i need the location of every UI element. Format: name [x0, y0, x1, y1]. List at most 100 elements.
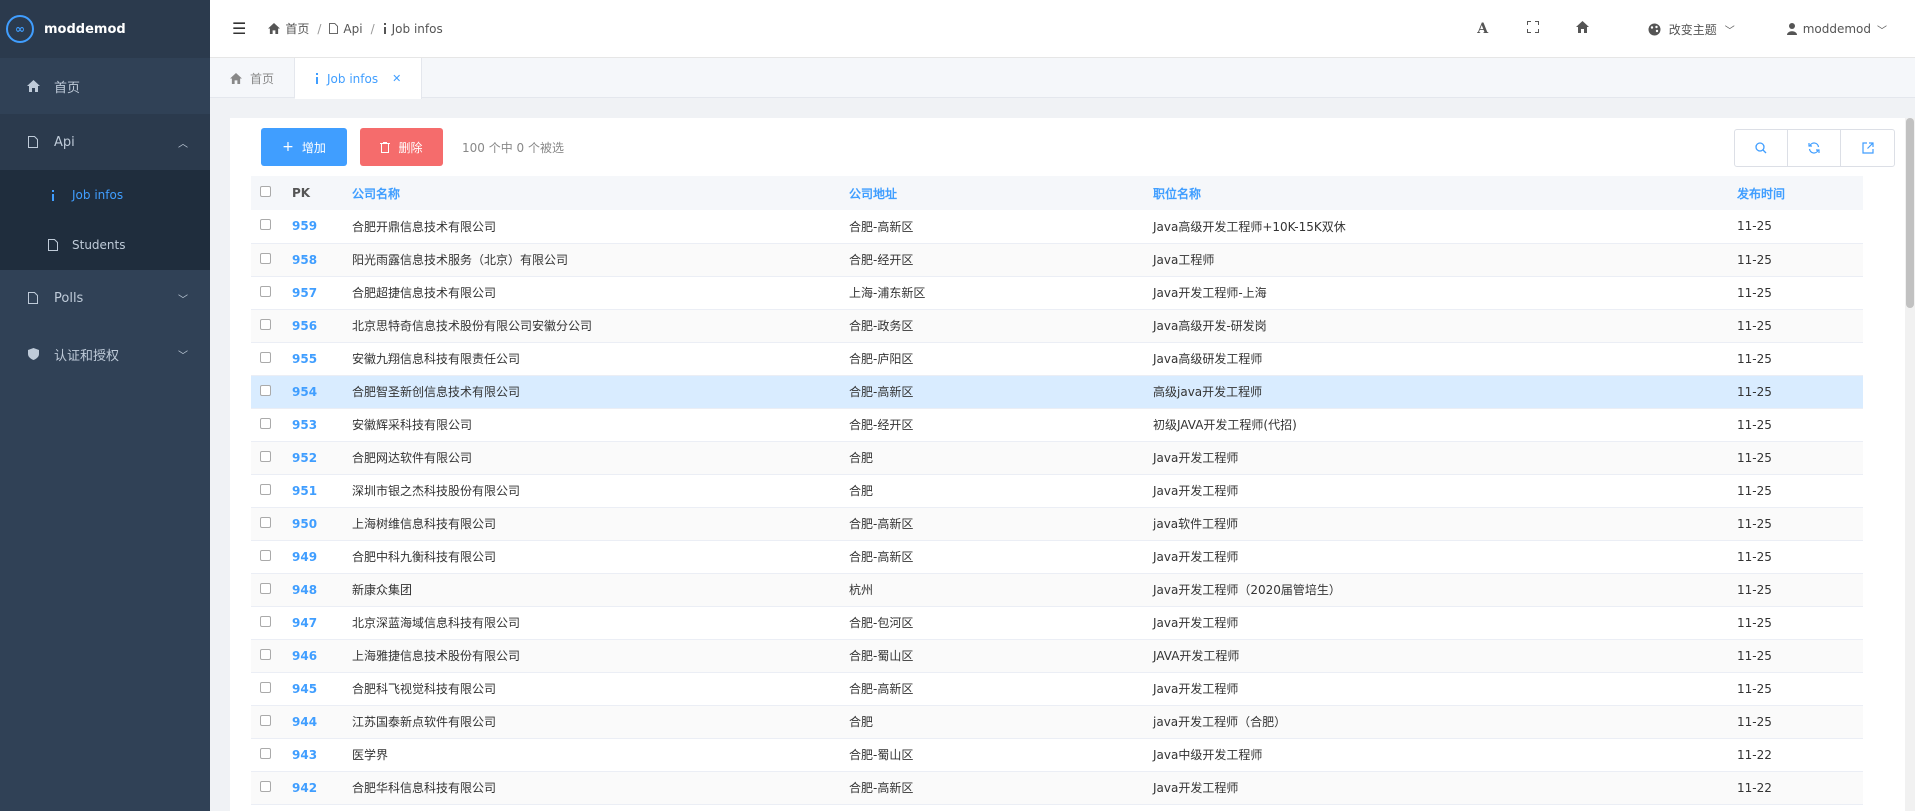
close-icon[interactable]: ✕: [392, 72, 401, 85]
row-pk-link[interactable]: 946: [284, 639, 352, 672]
sidebar-item-home[interactable]: 首页: [0, 58, 210, 114]
column-header-title[interactable]: 职位名称: [1153, 176, 1737, 210]
row-checkbox[interactable]: [251, 639, 284, 672]
scrollbar-thumb[interactable]: [1906, 118, 1914, 308]
row-pk-link[interactable]: 949: [284, 540, 352, 573]
table-row[interactable]: 959 合肥开鼎信息技术有限公司 合肥-高新区 Java高级开发工程师+10K-15K…: [251, 210, 1863, 243]
row-checkbox[interactable]: [251, 507, 284, 540]
table-row[interactable]: 945 合肥科飞视觉科技有限公司 合肥-高新区 Java开发工程师 11-25: [251, 672, 1863, 705]
table-row[interactable]: 952 合肥网达软件有限公司 合肥 Java开发工程师 11-25: [251, 441, 1863, 474]
row-pk-link[interactable]: 954: [284, 375, 352, 408]
row-pk-link[interactable]: 944: [284, 705, 352, 738]
row-pk-link[interactable]: 957: [284, 276, 352, 309]
tab-label: 首页: [250, 71, 275, 86]
row-checkbox[interactable]: [251, 375, 284, 408]
row-checkbox[interactable]: [251, 771, 284, 804]
sidebar-item-auth[interactable]: 认证和授权 ﹀: [0, 326, 210, 382]
row-pk-link[interactable]: 956: [284, 309, 352, 342]
row-checkbox[interactable]: [251, 705, 284, 738]
delete-button[interactable]: 删除: [360, 128, 443, 166]
breadcrumb: 首页 / Api / Job infos: [268, 20, 443, 37]
add-button[interactable]: + 增加: [261, 128, 347, 166]
table-row[interactable]: 958 阳光雨露信息技术服务（北京）有限公司 合肥-经开区 Java工程师 11-25: [251, 243, 1863, 276]
sidebar-item-api[interactable]: Api ︿: [0, 114, 210, 170]
sidebar-item-label: Polls: [54, 290, 84, 306]
table-row[interactable]: 946 上海雅捷信息技术股份有限公司 合肥-蜀山区 JAVA开发工程师 11-25: [251, 639, 1863, 672]
row-pk-link[interactable]: 958: [284, 243, 352, 276]
row-pk-link[interactable]: 943: [284, 738, 352, 771]
table-row[interactable]: 955 安徽九翔信息科技有限责任公司 合肥-庐阳区 Java高级研发工程师 11-25: [251, 342, 1863, 375]
table-header-row: PK 公司名称 公司地址 职位名称 发布时间: [251, 176, 1863, 210]
row-checkbox[interactable]: [251, 276, 284, 309]
sidebar-item-job-infos[interactable]: Job infos: [0, 170, 210, 220]
table-row[interactable]: 950 上海树维信息科技有限公司 合肥-高新区 java软件工程师 11-25: [251, 507, 1863, 540]
column-header-date[interactable]: 发布时间: [1737, 176, 1863, 210]
toolbar: + 增加 删除 100 个中 0 个被选: [230, 118, 1905, 176]
row-pk-link[interactable]: 952: [284, 441, 352, 474]
table-row[interactable]: 947 北京深蓝海域信息科技有限公司 合肥-包河区 Java开发工程师 11-25: [251, 606, 1863, 639]
select-all-checkbox[interactable]: [251, 176, 284, 210]
row-pk-link[interactable]: 948: [284, 573, 352, 606]
table-row[interactable]: 943 医学界 合肥-蜀山区 Java中级开发工程师 11-22: [251, 738, 1863, 771]
row-checkbox[interactable]: [251, 210, 284, 243]
refresh-button[interactable]: [1788, 130, 1841, 166]
breadcrumb-item-home[interactable]: 首页: [268, 20, 309, 37]
table-row[interactable]: 951 深圳市银之杰科技股份有限公司 合肥 Java开发工程师 11-25: [251, 474, 1863, 507]
fullscreen-icon[interactable]: [1508, 20, 1558, 37]
table-row[interactable]: 942 合肥华科信息科技有限公司 合肥-高新区 Java开发工程师 11-22: [251, 771, 1863, 804]
row-checkbox[interactable]: [251, 309, 284, 342]
search-button[interactable]: [1735, 130, 1788, 166]
sidebar-item-students[interactable]: Students: [0, 220, 210, 270]
table-row[interactable]: 956 北京思特奇信息技术股份有限公司安徽分公司 合肥-政务区 Java高级开发-研发…: [251, 309, 1863, 342]
table-row[interactable]: 948 新康众集团 杭州 Java开发工程师（2020届管培生） 11-25: [251, 573, 1863, 606]
row-title: Java高级研发工程师: [1153, 352, 1263, 366]
row-pk-link[interactable]: 950: [284, 507, 352, 540]
sidebar-item-polls[interactable]: Polls ﹀: [0, 270, 210, 326]
hamburger-icon[interactable]: ☰: [232, 19, 246, 38]
row-checkbox[interactable]: [251, 672, 284, 705]
row-pk-link[interactable]: 953: [284, 408, 352, 441]
row-date: 11-25: [1737, 219, 1772, 234]
row-pk-link[interactable]: 945: [284, 672, 352, 705]
tab-home[interactable]: 首页: [210, 58, 296, 98]
row-checkbox[interactable]: [251, 408, 284, 441]
row-pk-link[interactable]: 955: [284, 342, 352, 375]
row-pk-link[interactable]: 947: [284, 606, 352, 639]
page-scrollbar[interactable]: [1905, 118, 1915, 811]
row-date: 11-25: [1737, 417, 1772, 432]
row-checkbox[interactable]: [251, 441, 284, 474]
theme-dropdown[interactable]: 改变主题 ﹀: [1648, 21, 1735, 38]
row-checkbox[interactable]: [251, 243, 284, 276]
row-pk-link[interactable]: 951: [284, 474, 352, 507]
font-size-icon[interactable]: A: [1458, 21, 1508, 37]
table-row[interactable]: 949 合肥中科九衡科技有限公司 合肥-高新区 Java开发工程师 11-25: [251, 540, 1863, 573]
row-title: 高级java开发工程师: [1153, 385, 1263, 399]
row-checkbox[interactable]: [251, 606, 284, 639]
table-row[interactable]: 954 合肥智圣新创信息技术有限公司 合肥-高新区 高级java开发工程师 11-25: [251, 375, 1863, 408]
row-checkbox[interactable]: [251, 540, 284, 573]
info-icon: [316, 73, 319, 84]
brand[interactable]: ∞ moddemod: [0, 0, 210, 58]
column-header-pk[interactable]: PK: [284, 176, 352, 210]
column-header-company[interactable]: 公司名称: [352, 176, 849, 210]
export-button[interactable]: [1841, 130, 1894, 166]
row-checkbox[interactable]: [251, 342, 284, 375]
table-row[interactable]: 944 江苏国泰新点软件有限公司 合肥 java开发工程师（合肥） 11-25: [251, 705, 1863, 738]
row-pk-link[interactable]: 942: [284, 771, 352, 804]
breadcrumb-item-api[interactable]: Api: [329, 21, 363, 36]
row-date: 11-25: [1737, 648, 1772, 663]
row-checkbox[interactable]: [251, 474, 284, 507]
breadcrumb-label: Api: [343, 21, 363, 36]
home-icon[interactable]: [1558, 21, 1608, 37]
add-button-label: 增加: [301, 140, 326, 155]
row-checkbox[interactable]: [251, 738, 284, 771]
table-row[interactable]: 953 安徽辉采科技有限公司 合肥-经开区 初级JAVA开发工程师(代招) 11-25: [251, 408, 1863, 441]
row-pk-link[interactable]: 959: [284, 210, 352, 243]
tab-job-infos[interactable]: Job infos ✕: [295, 58, 423, 99]
selection-info: 100 个中 0 个被选: [462, 140, 564, 155]
row-checkbox[interactable]: [251, 573, 284, 606]
column-header-address[interactable]: 公司地址: [849, 176, 1153, 210]
table-row[interactable]: 957 合肥超捷信息技术有限公司 上海-浦东新区 Java开发工程师-上海 11-25: [251, 276, 1863, 309]
row-title: Java开发工程师: [1153, 682, 1239, 696]
user-dropdown[interactable]: moddemod ﹀: [1786, 22, 1887, 37]
